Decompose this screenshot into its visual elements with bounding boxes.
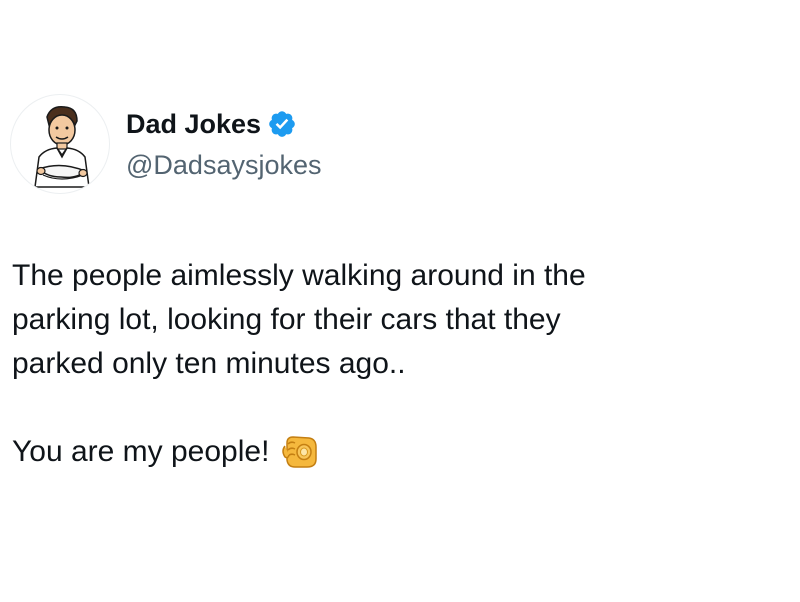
tweet-text-line: parking lot, looking for their cars that… — [12, 303, 561, 336]
tweet-text-line: The people aimlessly walking around in t… — [12, 259, 586, 292]
author-names: Dad Jokes @Dadsaysjokes — [126, 104, 322, 184]
tweet-closing-line: You are my people! — [12, 435, 270, 468]
display-name[interactable]: Dad Jokes — [126, 104, 261, 144]
tweet-card: Dad Jokes @Dadsaysjokes The people aimle… — [0, 0, 800, 602]
display-name-row: Dad Jokes — [126, 104, 322, 144]
avatar[interactable] — [10, 94, 110, 194]
tweet-text-line: parked only ten minutes ago.. — [12, 347, 406, 380]
dad-cartoon-avatar-icon — [34, 105, 90, 188]
tweet-closing-paragraph: You are my people! — [12, 430, 772, 474]
pointing-fist-emoji-icon — [279, 433, 319, 471]
tweet-text: The people aimlessly walking around in t… — [12, 254, 772, 474]
verified-badge-icon — [267, 109, 297, 139]
author-handle[interactable]: @Dadsaysjokes — [126, 146, 322, 184]
tweet-author[interactable]: Dad Jokes @Dadsaysjokes — [10, 94, 322, 194]
